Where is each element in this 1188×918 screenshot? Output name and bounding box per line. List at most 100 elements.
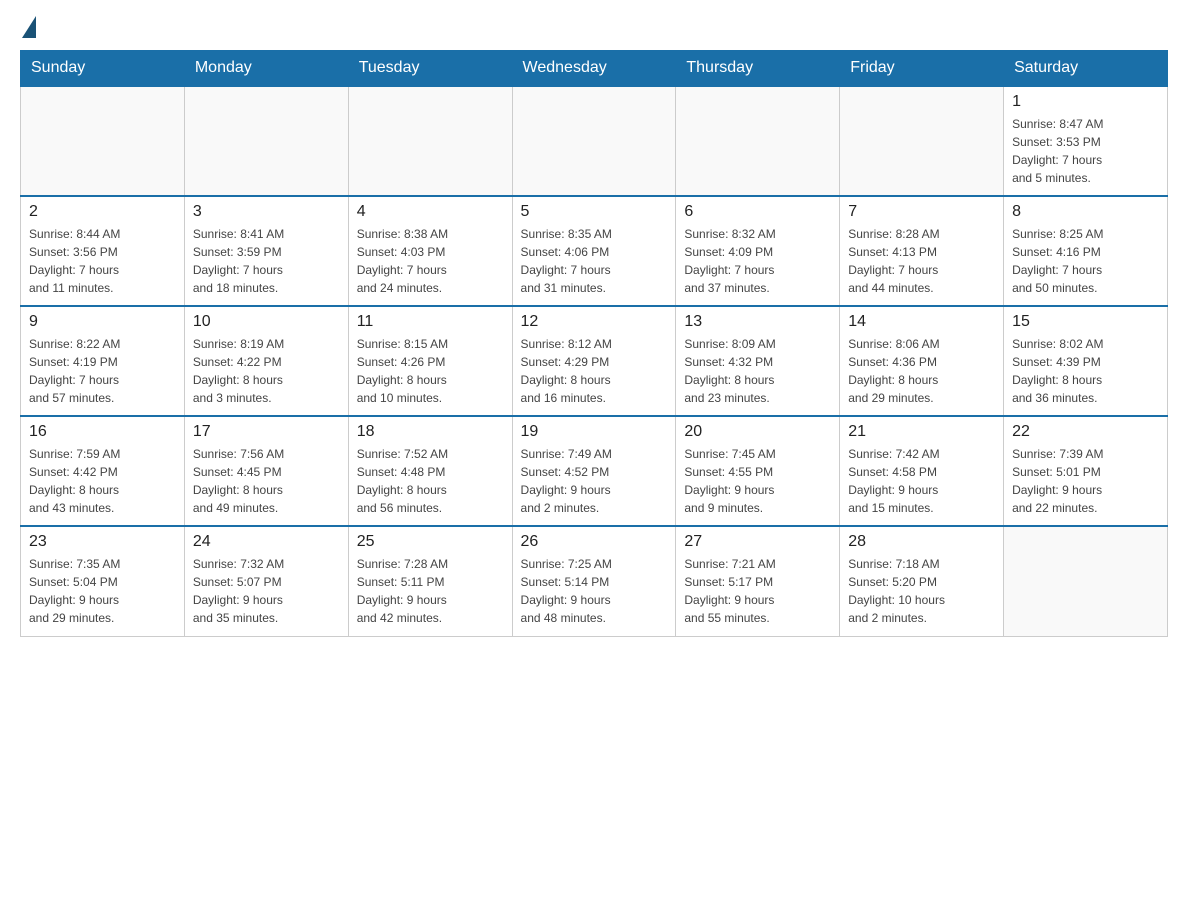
page-header bbox=[20, 20, 1168, 30]
week-row-5: 23 Sunrise: 7:35 AM Sunset: 5:04 PM Dayli… bbox=[21, 526, 1168, 636]
day-number: 28 bbox=[848, 533, 995, 551]
calendar-table: SundayMondayTuesdayWednesdayThursdayFrid… bbox=[20, 50, 1168, 637]
calendar-cell: 1 Sunrise: 8:47 AM Sunset: 3:53 PM Daylig… bbox=[1004, 86, 1168, 196]
day-info: Sunrise: 8:25 AM Sunset: 4:16 PM Dayligh… bbox=[1012, 225, 1159, 297]
calendar-cell bbox=[676, 86, 840, 196]
calendar-cell bbox=[1004, 526, 1168, 636]
day-number: 9 bbox=[29, 313, 176, 331]
logo-triangle-icon bbox=[22, 16, 36, 38]
calendar-cell: 16 Sunrise: 7:59 AM Sunset: 4:42 PM Dayli… bbox=[21, 416, 185, 526]
day-info: Sunrise: 8:44 AM Sunset: 3:56 PM Dayligh… bbox=[29, 225, 176, 297]
calendar-cell: 12 Sunrise: 8:12 AM Sunset: 4:29 PM Dayli… bbox=[512, 306, 676, 416]
calendar-cell: 26 Sunrise: 7:25 AM Sunset: 5:14 PM Dayli… bbox=[512, 526, 676, 636]
day-info: Sunrise: 8:28 AM Sunset: 4:13 PM Dayligh… bbox=[848, 225, 995, 297]
day-info: Sunrise: 7:45 AM Sunset: 4:55 PM Dayligh… bbox=[684, 445, 831, 517]
calendar-cell: 2 Sunrise: 8:44 AM Sunset: 3:56 PM Daylig… bbox=[21, 196, 185, 306]
day-info: Sunrise: 8:09 AM Sunset: 4:32 PM Dayligh… bbox=[684, 335, 831, 407]
calendar-cell: 25 Sunrise: 7:28 AM Sunset: 5:11 PM Dayli… bbox=[348, 526, 512, 636]
day-info: Sunrise: 8:06 AM Sunset: 4:36 PM Dayligh… bbox=[848, 335, 995, 407]
logo bbox=[20, 20, 36, 30]
week-row-4: 16 Sunrise: 7:59 AM Sunset: 4:42 PM Dayli… bbox=[21, 416, 1168, 526]
day-info: Sunrise: 8:41 AM Sunset: 3:59 PM Dayligh… bbox=[193, 225, 340, 297]
calendar-cell bbox=[840, 86, 1004, 196]
day-number: 16 bbox=[29, 423, 176, 441]
day-info: Sunrise: 7:28 AM Sunset: 5:11 PM Dayligh… bbox=[357, 555, 504, 627]
calendar-cell: 4 Sunrise: 8:38 AM Sunset: 4:03 PM Daylig… bbox=[348, 196, 512, 306]
calendar-cell: 28 Sunrise: 7:18 AM Sunset: 5:20 PM Dayli… bbox=[840, 526, 1004, 636]
calendar-cell: 18Sunrise: 7:52 AM Sunset: 4:48 PM Dayli… bbox=[348, 416, 512, 526]
calendar-cell bbox=[184, 86, 348, 196]
day-info: Sunrise: 8:22 AM Sunset: 4:19 PM Dayligh… bbox=[29, 335, 176, 407]
day-number: 26 bbox=[521, 533, 668, 551]
day-number: 13 bbox=[684, 313, 831, 331]
day-info: Sunrise: 8:15 AM Sunset: 4:26 PM Dayligh… bbox=[357, 335, 504, 407]
day-info: Sunrise: 8:38 AM Sunset: 4:03 PM Dayligh… bbox=[357, 225, 504, 297]
day-info: Sunrise: 8:02 AM Sunset: 4:39 PM Dayligh… bbox=[1012, 335, 1159, 407]
day-number: 5 bbox=[521, 203, 668, 221]
calendar-cell: 9 Sunrise: 8:22 AM Sunset: 4:19 PM Daylig… bbox=[21, 306, 185, 416]
day-info: Sunrise: 7:35 AM Sunset: 5:04 PM Dayligh… bbox=[29, 555, 176, 627]
weekday-header-thursday: Thursday bbox=[676, 51, 840, 87]
day-number: 27 bbox=[684, 533, 831, 551]
day-number: 7 bbox=[848, 203, 995, 221]
day-number: 3 bbox=[193, 203, 340, 221]
day-info: Sunrise: 8:47 AM Sunset: 3:53 PM Dayligh… bbox=[1012, 115, 1159, 187]
calendar-cell: 20 Sunrise: 7:45 AM Sunset: 4:55 PM Dayli… bbox=[676, 416, 840, 526]
calendar-cell: 11 Sunrise: 8:15 AM Sunset: 4:26 PM Dayli… bbox=[348, 306, 512, 416]
day-number: 24 bbox=[193, 533, 340, 551]
day-number: 4 bbox=[357, 203, 504, 221]
day-number: 18 bbox=[357, 423, 504, 441]
day-number: 23 bbox=[29, 533, 176, 551]
calendar-cell: 23 Sunrise: 7:35 AM Sunset: 5:04 PM Dayli… bbox=[21, 526, 185, 636]
day-info: Sunrise: 7:39 AM Sunset: 5:01 PM Dayligh… bbox=[1012, 445, 1159, 517]
day-number: 15 bbox=[1012, 313, 1159, 331]
day-number: 10 bbox=[193, 313, 340, 331]
day-number: 12 bbox=[521, 313, 668, 331]
calendar-cell: 15 Sunrise: 8:02 AM Sunset: 4:39 PM Dayli… bbox=[1004, 306, 1168, 416]
calendar-cell bbox=[21, 86, 185, 196]
day-info: Sunrise: 7:49 AM Sunset: 4:52 PM Dayligh… bbox=[521, 445, 668, 517]
calendar-cell bbox=[348, 86, 512, 196]
day-info: Sunrise: 7:32 AM Sunset: 5:07 PM Dayligh… bbox=[193, 555, 340, 627]
calendar-cell: 6 Sunrise: 8:32 AM Sunset: 4:09 PM Daylig… bbox=[676, 196, 840, 306]
day-number: 20 bbox=[684, 423, 831, 441]
day-number: 2 bbox=[29, 203, 176, 221]
day-number: 19 bbox=[521, 423, 668, 441]
day-number: 1 bbox=[1012, 93, 1159, 111]
calendar-cell: 7 Sunrise: 8:28 AM Sunset: 4:13 PM Daylig… bbox=[840, 196, 1004, 306]
weekday-header-saturday: Saturday bbox=[1004, 51, 1168, 87]
day-number: 17 bbox=[193, 423, 340, 441]
day-info: Sunrise: 7:56 AM Sunset: 4:45 PM Dayligh… bbox=[193, 445, 340, 517]
day-info: Sunrise: 8:19 AM Sunset: 4:22 PM Dayligh… bbox=[193, 335, 340, 407]
weekday-header-friday: Friday bbox=[840, 51, 1004, 87]
calendar-cell: 17 Sunrise: 7:56 AM Sunset: 4:45 PM Dayli… bbox=[184, 416, 348, 526]
day-number: 22 bbox=[1012, 423, 1159, 441]
weekday-header-wednesday: Wednesday bbox=[512, 51, 676, 87]
day-number: 14 bbox=[848, 313, 995, 331]
calendar-cell: 19 Sunrise: 7:49 AM Sunset: 4:52 PM Dayli… bbox=[512, 416, 676, 526]
day-info: Sunrise: 7:42 AM Sunset: 4:58 PM Dayligh… bbox=[848, 445, 995, 517]
day-info: Sunrise: 7:25 AM Sunset: 5:14 PM Dayligh… bbox=[521, 555, 668, 627]
day-info: Sunrise: 8:32 AM Sunset: 4:09 PM Dayligh… bbox=[684, 225, 831, 297]
day-number: 6 bbox=[684, 203, 831, 221]
calendar-cell: 8 Sunrise: 8:25 AM Sunset: 4:16 PM Daylig… bbox=[1004, 196, 1168, 306]
day-number: 11 bbox=[357, 313, 504, 331]
day-info: Sunrise: 7:59 AM Sunset: 4:42 PM Dayligh… bbox=[29, 445, 176, 517]
day-number: 25 bbox=[357, 533, 504, 551]
calendar-cell bbox=[512, 86, 676, 196]
week-row-3: 9 Sunrise: 8:22 AM Sunset: 4:19 PM Daylig… bbox=[21, 306, 1168, 416]
calendar-cell: 24 Sunrise: 7:32 AM Sunset: 5:07 PM Dayli… bbox=[184, 526, 348, 636]
day-info: Sunrise: 8:12 AM Sunset: 4:29 PM Dayligh… bbox=[521, 335, 668, 407]
day-number: 21 bbox=[848, 423, 995, 441]
calendar-cell: 27Sunrise: 7:21 AM Sunset: 5:17 PM Dayli… bbox=[676, 526, 840, 636]
week-row-1: 1 Sunrise: 8:47 AM Sunset: 3:53 PM Daylig… bbox=[21, 86, 1168, 196]
calendar-cell: 5Sunrise: 8:35 AM Sunset: 4:06 PM Daylig… bbox=[512, 196, 676, 306]
calendar-cell: 10 Sunrise: 8:19 AM Sunset: 4:22 PM Dayli… bbox=[184, 306, 348, 416]
day-number: 8 bbox=[1012, 203, 1159, 221]
day-info: Sunrise: 7:18 AM Sunset: 5:20 PM Dayligh… bbox=[848, 555, 995, 627]
calendar-cell: 14 Sunrise: 8:06 AM Sunset: 4:36 PM Dayli… bbox=[840, 306, 1004, 416]
week-row-2: 2 Sunrise: 8:44 AM Sunset: 3:56 PM Daylig… bbox=[21, 196, 1168, 306]
calendar-cell: 22 Sunrise: 7:39 AM Sunset: 5:01 PM Dayli… bbox=[1004, 416, 1168, 526]
calendar-cell: 21 Sunrise: 7:42 AM Sunset: 4:58 PM Dayli… bbox=[840, 416, 1004, 526]
calendar-cell: 3 Sunrise: 8:41 AM Sunset: 3:59 PM Daylig… bbox=[184, 196, 348, 306]
